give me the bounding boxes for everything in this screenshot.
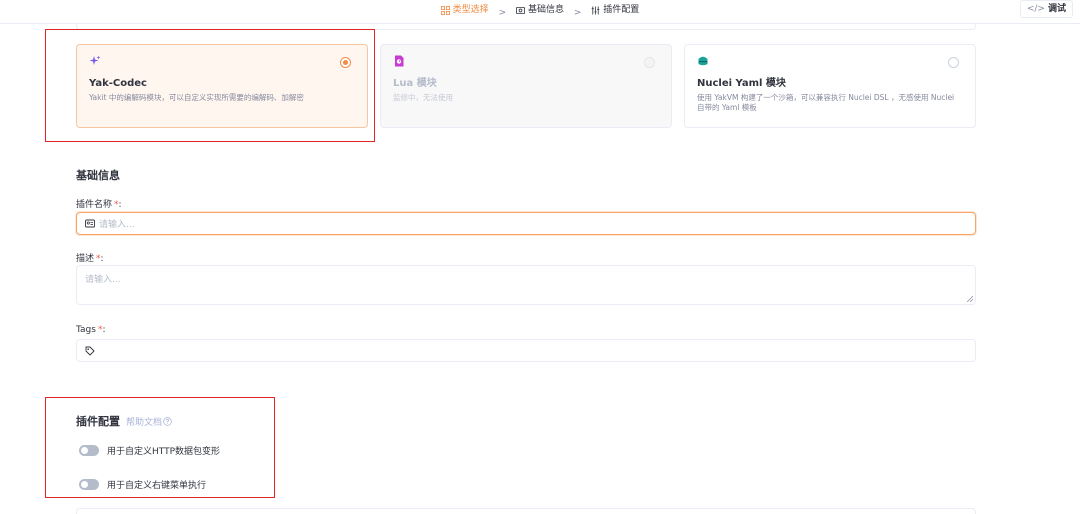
plugin-name-input[interactable]: 请输入...: [76, 212, 976, 235]
basic-info-title: 基础信息: [76, 169, 120, 182]
radio-unselected[interactable]: [948, 57, 959, 68]
description-textarea[interactable]: 请输入...: [76, 265, 976, 305]
plugin-type-card-nuclei[interactable]: Nuclei Yaml 模块 使用 YakVM 构建了一个沙箱，可以兼容执行 N…: [684, 44, 976, 128]
label-colon: :: [100, 254, 104, 264]
code-icon: </>: [1026, 4, 1045, 14]
label-colon: :: [118, 200, 122, 210]
tags-select[interactable]: [76, 339, 976, 362]
label-colon: :: [102, 325, 106, 335]
tag-icon: [85, 346, 95, 355]
description-label: 描述 *:: [76, 251, 104, 264]
chevron-right-icon: >: [498, 7, 507, 18]
sliders-icon: [592, 5, 600, 15]
textarea-placeholder: 请输入...: [85, 275, 121, 285]
label-text: 插件名称: [76, 200, 113, 210]
steps: 类型选择 > 基础信息 > 插件配置: [0, 4, 1080, 19]
step-plugin-config[interactable]: 插件配置: [591, 4, 639, 16]
lua-file-icon: [395, 55, 404, 67]
step-type-select[interactable]: 类型选择: [440, 4, 489, 16]
id-card-icon: [85, 219, 95, 228]
radio-disabled: [644, 57, 655, 68]
debug-button[interactable]: </> 调试: [1019, 0, 1073, 18]
debug-button-label: 调试: [1047, 4, 1066, 14]
grid-icon: [440, 5, 450, 15]
step-basic-info[interactable]: 基础信息: [516, 4, 564, 16]
nuclei-icon: [698, 56, 708, 66]
next-section-edge: [76, 508, 976, 514]
step-label: 基础信息: [527, 5, 564, 15]
chevron-right-icon: >: [573, 7, 582, 18]
card-description: 使用 YakVM 构建了一个沙箱，可以兼容执行 Nuclei DSL ，无感使用…: [697, 93, 955, 112]
card-title: Lua 模块: [393, 78, 437, 89]
step-label: 类型选择: [452, 5, 489, 15]
tags-label: Tags *:: [76, 325, 105, 335]
info-card-icon: [516, 6, 525, 14]
input-placeholder: 请输入...: [99, 220, 135, 230]
card-description: 监修中，无法使用: [393, 93, 453, 102]
plugin-name-label: 插件名称 *:: [76, 197, 122, 210]
step-label: 插件配置: [603, 5, 640, 15]
card-title: Nuclei Yaml 模块: [697, 78, 786, 89]
highlight-box: [45, 397, 275, 498]
label-text: Tags: [76, 325, 96, 335]
steps-bar: 类型选择 > 基础信息 > 插件配置 </> 调试: [0, 0, 1080, 24]
resize-handle-icon[interactable]: [967, 296, 973, 302]
plugin-type-card-lua: Lua 模块 监修中，无法使用: [380, 44, 672, 128]
highlight-box: [45, 29, 375, 142]
label-text: 描述: [76, 254, 95, 264]
